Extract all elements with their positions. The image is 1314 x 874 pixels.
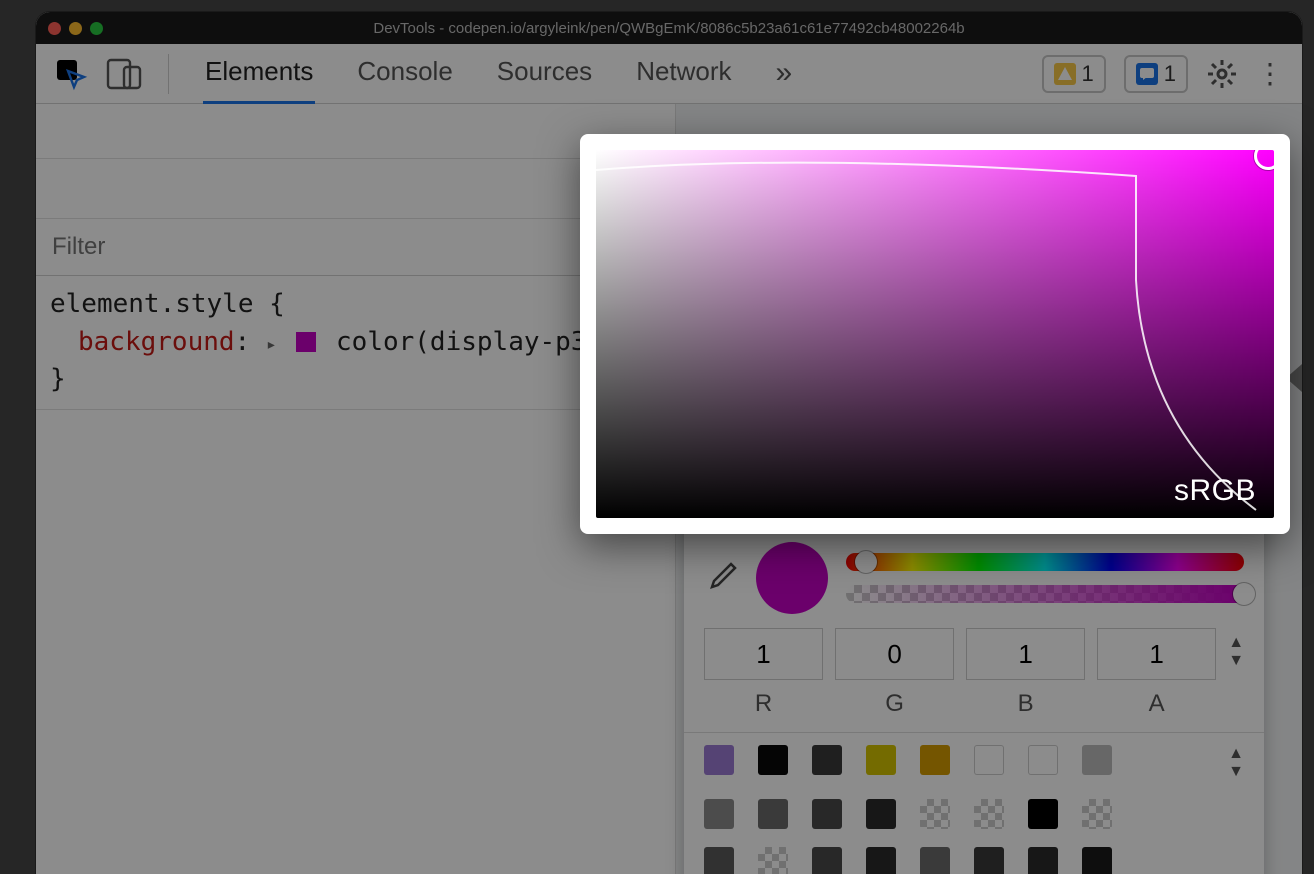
sv-gradient[interactable]: sRGB [596,150,1274,518]
palette-row [704,847,1244,874]
palette-swatch[interactable] [920,799,950,829]
palette-swatch[interactable] [1028,847,1058,874]
channel-r-label: R [704,690,823,718]
palette-toggle-icon[interactable]: ▲▼ [1228,745,1244,781]
palette-swatch[interactable] [920,745,950,775]
message-count: 1 [1164,61,1176,87]
panel-tabs: Elements Console Sources Network » [203,42,794,105]
css-selector: element.style { [50,286,661,324]
css-property: background [78,327,235,357]
message-icon [1136,63,1158,85]
palette-swatch[interactable] [812,799,842,829]
css-close-brace: } [50,361,661,399]
palette-swatch[interactable] [974,745,1004,775]
palette-swatch[interactable] [866,847,896,874]
kebab-menu-icon[interactable]: ⋮ [1256,57,1284,90]
palette-swatch[interactable] [704,799,734,829]
warning-count: 1 [1082,61,1094,87]
tab-network[interactable]: Network [634,42,733,105]
palette-swatch[interactable] [812,847,842,874]
titlebar: DevTools - codepen.io/argyleink/pen/QWBg… [36,12,1302,44]
tab-elements[interactable]: Elements [203,42,315,105]
gamut-boundary [596,150,1274,518]
window-title: DevTools - codepen.io/argyleink/pen/QWBg… [36,20,1302,37]
palette-swatch[interactable] [920,847,950,874]
palette-swatch[interactable] [1082,799,1112,829]
hue-thumb[interactable] [855,551,877,573]
palette-row [704,799,1244,829]
messages-badge[interactable]: 1 [1124,55,1188,93]
palette: ▲▼ [684,732,1264,874]
palette-swatch[interactable] [1082,745,1112,775]
palette-swatch[interactable] [704,745,734,775]
palette-swatch[interactable] [812,745,842,775]
current-color-swatch [756,542,828,614]
tab-console[interactable]: Console [355,42,454,105]
format-toggle-icon[interactable]: ▲▼ [1228,628,1244,670]
palette-swatch[interactable] [704,847,734,874]
tab-overflow-icon[interactable]: » [774,42,795,105]
warnings-badge[interactable]: 1 [1042,55,1106,93]
channel-r-input[interactable] [704,628,823,680]
filter-input[interactable] [52,233,659,261]
palette-swatch[interactable] [866,745,896,775]
palette-swatch[interactable] [866,799,896,829]
tab-sources[interactable]: Sources [495,42,594,105]
hue-slider[interactable] [846,553,1244,571]
palette-swatch[interactable] [974,847,1004,874]
palette-swatch[interactable] [758,847,788,874]
eyedropper-icon[interactable] [704,561,738,595]
gamut-label: sRGB [1174,474,1256,508]
device-toolbar-icon[interactable] [106,57,144,91]
picker-controls [684,532,1264,620]
inspect-element-icon[interactable] [54,57,88,91]
palette-swatch[interactable] [758,799,788,829]
toolbar-right: 1 1 ⋮ [1042,55,1285,93]
devtools-toolbar: Elements Console Sources Network » 1 1 [36,44,1302,104]
alpha-thumb[interactable] [1233,583,1255,605]
picker-sliders [846,553,1244,603]
palette-swatch[interactable] [1028,745,1058,775]
channel-b-input[interactable] [966,628,1085,680]
palette-row: ▲▼ [704,745,1244,781]
toolbar-separator [168,54,169,94]
palette-swatch[interactable] [758,745,788,775]
color-swatch[interactable] [296,332,316,352]
channel-b-label: B [966,690,1085,718]
palette-swatch[interactable] [974,799,1004,829]
channel-a-label: A [1097,690,1216,718]
channel-a-input[interactable] [1097,628,1216,680]
alpha-slider[interactable] [846,585,1244,603]
color-sv-popover: sRGB [580,134,1290,534]
settings-icon[interactable] [1206,58,1238,90]
channel-g-label: G [835,690,954,718]
expand-icon[interactable]: ▸ [266,334,277,355]
css-declaration[interactable]: background: ▸ color(display-p3 1 0 ; [50,324,661,362]
channel-inputs: R G B A ▲▼ [684,620,1264,720]
sv-cursor[interactable] [1254,150,1274,170]
warning-icon [1054,63,1076,85]
channel-g-input[interactable] [835,628,954,680]
palette-swatch[interactable] [1028,799,1058,829]
palette-swatch[interactable] [1082,847,1112,874]
